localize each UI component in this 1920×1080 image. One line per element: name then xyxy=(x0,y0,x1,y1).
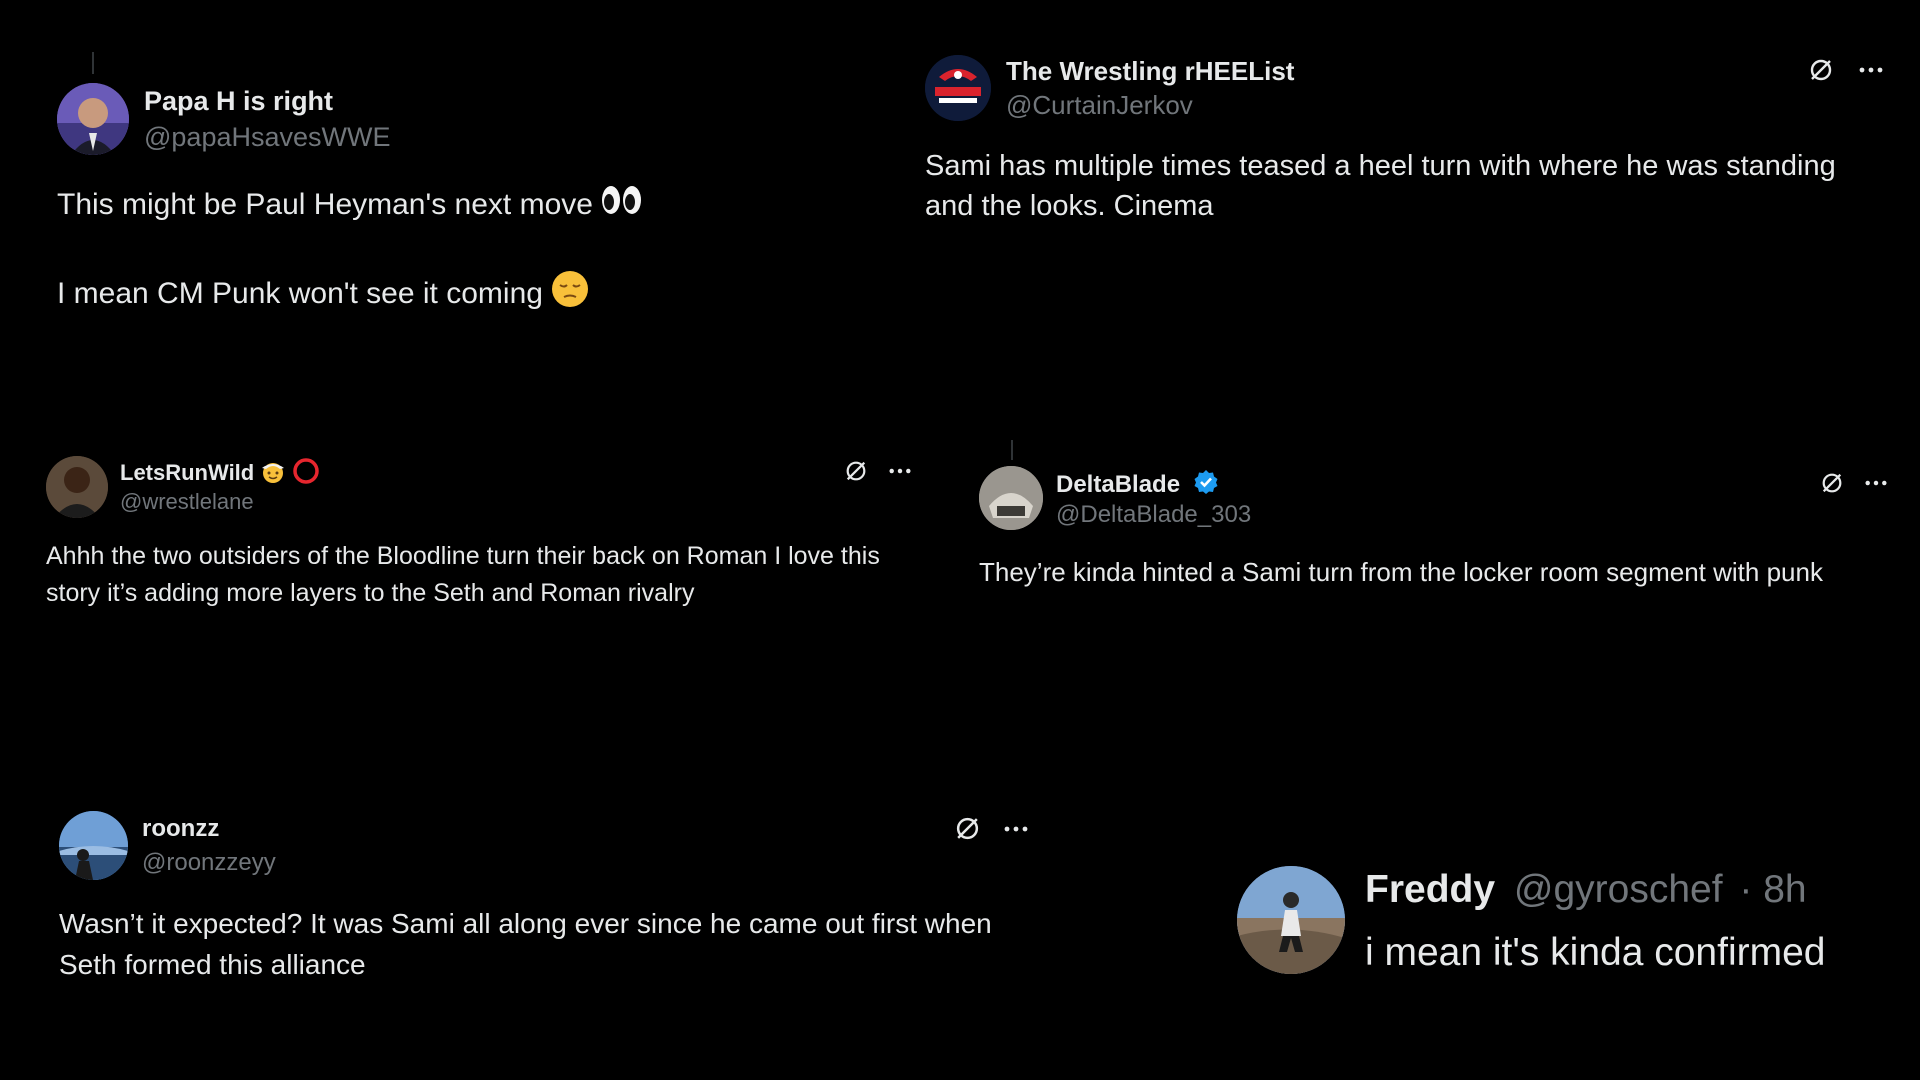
tweet-text: They’re kinda hinted a Sami turn from th… xyxy=(979,557,1823,587)
handle[interactable]: @roonzzeyy xyxy=(142,849,276,877)
avatar[interactable] xyxy=(46,456,108,518)
tweet-text: Wasn’t it expected? It was Sami all alon… xyxy=(59,908,992,980)
grok-icon[interactable] xyxy=(844,459,868,483)
avatar[interactable] xyxy=(925,55,991,121)
display-name[interactable]: roonzz xyxy=(142,815,219,843)
tweet-actions xyxy=(1808,57,1884,83)
tweet-actions xyxy=(954,815,1029,842)
display-name[interactable]: Papa H is right xyxy=(144,86,333,117)
display-name[interactable]: LetsRunWild xyxy=(120,457,320,491)
grok-icon[interactable] xyxy=(1820,471,1844,495)
tweet-text-2: I mean CM Punk won't see it coming xyxy=(57,270,589,320)
avatar[interactable] xyxy=(57,83,129,155)
handle[interactable]: @gyroschef xyxy=(1514,868,1723,911)
tweet-actions xyxy=(844,459,912,483)
display-name[interactable]: Freddy xyxy=(1365,868,1495,911)
avatar[interactable] xyxy=(1237,866,1345,974)
tweet-header: Freddy @gyroschef · 8h xyxy=(1365,868,1807,912)
tweet-text-line2: I mean CM Punk won't see it coming xyxy=(57,276,543,310)
cowboy-face-emoji xyxy=(260,458,286,490)
avatar[interactable] xyxy=(59,811,128,880)
handle[interactable]: @CurtainJerkov xyxy=(1006,90,1193,121)
handle[interactable]: @DeltaBlade_303 xyxy=(1056,501,1251,529)
grok-icon[interactable] xyxy=(1808,57,1834,83)
tweet-text: This might be Paul Heyman's next move xyxy=(57,184,643,228)
thread-line xyxy=(1011,440,1013,460)
timestamp[interactable]: · 8h xyxy=(1739,868,1806,911)
grok-icon[interactable] xyxy=(954,815,981,842)
display-name-text: DeltaBlade xyxy=(1056,470,1181,498)
display-name-text: LetsRunWild xyxy=(120,459,255,485)
more-icon[interactable] xyxy=(1858,66,1884,74)
more-icon[interactable] xyxy=(1864,479,1888,487)
more-icon[interactable] xyxy=(1003,825,1029,833)
verified-badge-icon xyxy=(1193,469,1219,502)
tweet-text: Ahhh the two outsiders of the Bloodline … xyxy=(46,542,880,607)
tweet-text: i mean it's kinda confirmed xyxy=(1365,931,1826,974)
handle[interactable]: @papaHsavesWWE xyxy=(144,122,390,153)
tweet-actions xyxy=(1820,471,1888,495)
handle[interactable]: @wrestlelane xyxy=(120,489,254,515)
eyes-emoji xyxy=(601,184,643,228)
display-name[interactable]: The Wrestling rHEEList xyxy=(1006,56,1294,87)
avatar[interactable] xyxy=(979,466,1043,530)
tweet-text: Sami has multiple times teased a heel tu… xyxy=(925,150,1836,222)
tweet-text-line1: This might be Paul Heyman's next move xyxy=(57,188,593,221)
display-name[interactable]: DeltaBlade xyxy=(1056,469,1219,502)
thread-line xyxy=(92,52,94,74)
pensive-face-emoji xyxy=(551,270,589,320)
more-icon[interactable] xyxy=(888,467,912,475)
red-circle-emoji xyxy=(292,457,320,491)
